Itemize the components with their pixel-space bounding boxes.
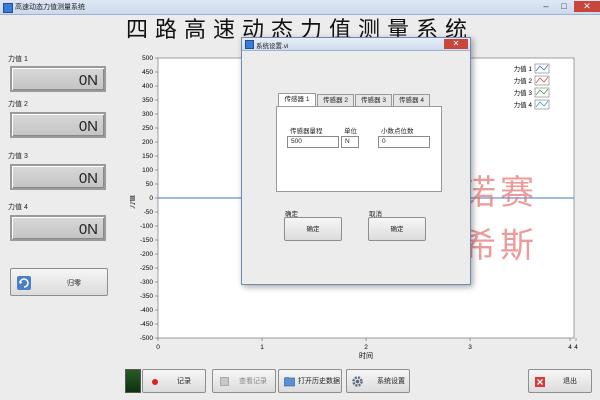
y-tick-label: -150 (140, 237, 153, 244)
y-tick-label: -100 (140, 223, 153, 230)
dialog-titlebar: 系统设置.vi ✕ (242, 38, 470, 51)
open-history-button-label: 打开历史数据 (298, 378, 340, 385)
dialog-app-icon (245, 40, 254, 49)
exit-button-label: 退出 (563, 378, 577, 385)
y-tick-label: -200 (140, 251, 153, 258)
y-tick-label: -400 (140, 307, 153, 314)
app-icon (3, 3, 13, 13)
gauge-1-display: 0N (10, 66, 106, 92)
y-tick-label: 400 (142, 83, 153, 90)
exit-button[interactable]: 退出 (528, 369, 592, 393)
legend-label-3: 力值 3 (514, 88, 533, 97)
x-tick-label: 3 (468, 344, 472, 351)
watermark-line-1: 诺赛 (462, 173, 538, 213)
dialog-title: 系统设置.vi (256, 43, 289, 50)
sensor-settings-pane: 传感器量程 500 单位 N 小数点位数 0 (276, 106, 442, 192)
y-tick-label: -300 (140, 279, 153, 286)
system-settings-button-label: 系统设置 (377, 378, 405, 385)
unit-label: 单位 (344, 128, 357, 135)
gauge-3-label: 力值 3 (8, 153, 28, 160)
maximize-button[interactable]: □ (555, 1, 573, 12)
y-tick-label: 50 (146, 181, 154, 188)
y-tick-label: -350 (140, 293, 153, 300)
close-icon (535, 377, 545, 387)
document-icon (220, 377, 229, 386)
gauge-1-label: 力值 1 (8, 56, 28, 63)
y-tick-label: 300 (142, 111, 153, 118)
cancel-button[interactable]: 确定 (368, 217, 426, 241)
range-label: 传感器量程 (290, 128, 323, 135)
zero-button[interactable]: 归零 (10, 268, 108, 296)
decimals-input[interactable]: 0 (378, 136, 430, 148)
gauge-2-label: 力值 2 (8, 101, 28, 108)
tab-sensor-1[interactable]: 传感器 1 (278, 93, 316, 106)
legend-label-2: 力值 2 (514, 76, 533, 85)
y-tick-label: 450 (142, 69, 153, 76)
system-settings-button[interactable]: 系统设置 (346, 369, 410, 393)
close-button[interactable]: ✕ (574, 1, 600, 12)
window-title: 高速动态力值测量系统 (15, 4, 85, 11)
x-tick-label: 4 (574, 344, 578, 351)
watermark-line-2: 希斯 (462, 226, 538, 266)
gauge-2-display: 0N (10, 112, 106, 138)
tab-sensor-3[interactable]: 传感器 3 (355, 94, 392, 106)
x-tick-label: 0 (156, 344, 160, 351)
y-tick-label: 200 (142, 139, 153, 146)
dialog-close-button[interactable]: ✕ (444, 39, 468, 49)
y-tick-label: 500 (142, 55, 153, 62)
window-titlebar: 高速动态力值测量系统 – □ ✕ (0, 0, 600, 15)
y-tick-label: -450 (140, 321, 153, 328)
y-tick-label: 350 (142, 97, 153, 104)
gauge-4-display: 0N (10, 215, 106, 241)
gauge-3-display: 0N (10, 164, 106, 190)
gauge-4-label: 力值 4 (8, 204, 28, 211)
view-record-button-label: 查看记录 (239, 378, 267, 385)
settings-dialog: 系统设置.vi ✕ 传感器 1 传感器 2 传感器 3 传感器 4 传感器量程 … (241, 37, 471, 285)
status-indicator (125, 369, 141, 393)
legend-label-4: 力值 4 (514, 100, 533, 109)
refresh-icon (17, 276, 31, 290)
record-button-label: 记录 (177, 378, 191, 385)
decimals-label: 小数点位数 (381, 128, 414, 135)
zero-button-label: 归零 (67, 280, 81, 287)
tab-sensor-4[interactable]: 传感器 4 (393, 94, 430, 106)
y-tick-label: -250 (140, 265, 153, 272)
y-tick-label: -500 (140, 335, 153, 342)
y-tick-label: 250 (142, 125, 153, 132)
x-tick-label: 1 (260, 344, 264, 351)
folder-icon (284, 377, 295, 387)
unit-input[interactable]: N (341, 136, 359, 148)
record-button[interactable]: 记录 (142, 369, 206, 393)
minimize-button[interactable]: – (537, 1, 555, 12)
y-tick-label: -50 (144, 209, 154, 216)
range-input[interactable]: 500 (287, 136, 339, 148)
legend-label-1: 力值 1 (514, 64, 533, 73)
record-icon (152, 379, 158, 385)
y-tick-label: 0 (149, 195, 153, 202)
x-axis-label: 时间 (359, 351, 373, 360)
y-axis-label: 力值 (130, 195, 136, 209)
confirm-button[interactable]: 确定 (284, 217, 342, 241)
x-tick-label: 2 (364, 344, 368, 351)
view-record-button[interactable]: 查看记录 (212, 369, 276, 393)
x-tick-label: 4 (568, 344, 572, 351)
open-history-button[interactable]: 打开历史数据 (278, 369, 342, 393)
gear-icon (352, 376, 363, 387)
y-tick-label: 150 (142, 153, 153, 160)
y-tick-label: 100 (142, 167, 153, 174)
tab-sensor-2[interactable]: 传感器 2 (317, 94, 354, 106)
